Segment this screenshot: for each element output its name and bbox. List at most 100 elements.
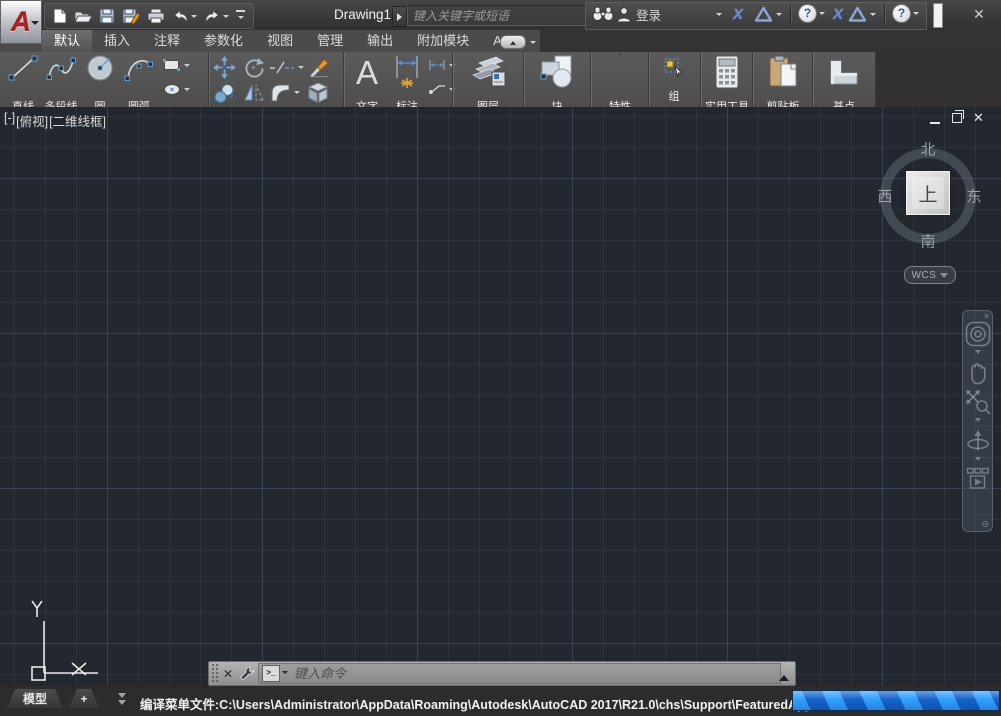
drawing-canvas[interactable]: [-] [俯视] [二维线框] ✕ 北 西 东 南 上 WCS ✕ xyxy=(0,107,1001,686)
save-as-button[interactable] xyxy=(122,8,140,24)
move-tool[interactable] xyxy=(213,56,236,79)
copy-tool[interactable] xyxy=(213,83,235,104)
help-caret-icon xyxy=(819,12,825,18)
loading-progress-bar xyxy=(792,690,1000,711)
drawing-close-button[interactable]: ✕ xyxy=(972,111,985,124)
showmotion-icon[interactable] xyxy=(966,467,990,491)
explode-tool[interactable] xyxy=(306,82,330,104)
help-button-2[interactable]: ? xyxy=(893,5,919,22)
fillet-tool[interactable] xyxy=(269,82,300,102)
block-tool[interactable]: 块 xyxy=(526,54,588,95)
title-expand-button[interactable] xyxy=(392,6,407,27)
redo-button[interactable] xyxy=(204,9,229,23)
arc-tool[interactable]: 圆弧 xyxy=(120,54,158,87)
statusbar: 模型 + 编译菜单文件:C:\Users\Administrator\AppDa… xyxy=(0,686,1001,716)
ribbon-minimize-button[interactable] xyxy=(500,35,526,49)
orbit-icon[interactable] xyxy=(966,428,990,454)
save-button[interactable] xyxy=(99,8,115,24)
utilities-tool[interactable]: 实用工具 xyxy=(702,54,752,94)
fillet-caret[interactable] xyxy=(294,91,300,97)
text-tool[interactable]: A 文字 xyxy=(348,54,386,92)
search-input[interactable] xyxy=(408,6,589,25)
undo-button[interactable] xyxy=(172,9,197,23)
wheel-caret-icon[interactable] xyxy=(975,350,981,357)
ribbon-tab-addins[interactable]: 附加模块 xyxy=(405,30,481,52)
signin-button[interactable]: 登录 xyxy=(616,5,661,24)
zoom-caret-icon[interactable] xyxy=(975,418,981,425)
rectangle-tool[interactable] xyxy=(163,59,190,72)
panel-divider xyxy=(343,52,345,107)
status-expand-chevrons[interactable] xyxy=(118,693,126,707)
mirror-tool[interactable] xyxy=(243,82,265,102)
viewport-visual-style-control[interactable]: [二维线框] xyxy=(49,111,106,130)
navbar-close-icon[interactable]: ✕ xyxy=(983,312,990,321)
command-bar-grip[interactable] xyxy=(211,663,219,684)
command-history-caret[interactable] xyxy=(282,671,288,677)
exchange-apps-button[interactable]: X xyxy=(733,6,743,23)
help-icon: ? xyxy=(799,5,816,22)
ribbon-tab-parametric[interactable]: 参数化 xyxy=(192,30,255,52)
trim-tool[interactable] xyxy=(269,60,304,75)
a360-button[interactable] xyxy=(754,6,782,23)
drawing-minimize-button[interactable] xyxy=(928,111,941,124)
help-button[interactable]: ? xyxy=(799,5,825,22)
arc-icon xyxy=(124,54,154,82)
orbit-caret-icon[interactable] xyxy=(975,457,981,464)
command-prompt-button[interactable]: >_ xyxy=(262,665,280,682)
dimension-tool[interactable]: 标注 xyxy=(388,54,426,97)
leader-tool[interactable] xyxy=(428,83,455,95)
open-file-button[interactable] xyxy=(74,9,92,23)
model-tab[interactable]: 模型 xyxy=(6,688,64,708)
wcs-menu-button[interactable]: WCS xyxy=(904,266,956,284)
ellipse-tool[interactable] xyxy=(163,83,190,96)
undo-dropdown-caret[interactable] xyxy=(191,15,197,21)
viewcube-south[interactable]: 南 xyxy=(920,231,935,252)
polyline-tool[interactable]: 多段线 xyxy=(42,54,80,87)
app-close-button[interactable]: ✕ xyxy=(966,3,992,25)
base-tool[interactable]: 基点 xyxy=(816,54,872,93)
rotate-tool[interactable] xyxy=(243,57,264,78)
ribbon-tab-annotate[interactable]: 注释 xyxy=(142,30,192,52)
command-input[interactable] xyxy=(290,666,777,681)
ribbon-tab-manage[interactable]: 管理 xyxy=(305,30,355,52)
erase-tool[interactable] xyxy=(308,56,331,78)
viewport-view-control[interactable]: [俯视] xyxy=(16,111,48,130)
layers-tool[interactable]: 图层 xyxy=(456,54,520,95)
ribbon-tab-view[interactable]: 视图 xyxy=(255,30,305,52)
group-tool[interactable]: 组 xyxy=(650,54,698,83)
viewcube-west[interactable]: 西 xyxy=(877,186,892,207)
a360-button-2[interactable] xyxy=(848,6,876,23)
rectangle-caret[interactable] xyxy=(184,64,190,70)
qat-customize-button[interactable] xyxy=(236,10,245,22)
drawing-restore-button[interactable] xyxy=(950,111,963,124)
ribbon-tab-output[interactable]: 输出 xyxy=(355,30,405,52)
redo-dropdown-caret[interactable] xyxy=(223,15,229,21)
viewcube-top-face[interactable]: 上 xyxy=(906,171,950,215)
customize-wrench-icon[interactable] xyxy=(240,666,255,681)
circle-tool[interactable]: 圆 xyxy=(81,54,119,87)
navbar-collapse-icon[interactable]: ⊖ xyxy=(981,519,989,530)
line-tool[interactable]: 直线 xyxy=(4,54,42,87)
viewcube-east[interactable]: 东 xyxy=(966,186,981,207)
trim-caret[interactable] xyxy=(298,66,304,72)
ellipse-caret[interactable] xyxy=(184,88,190,94)
exchange-apps-button-2[interactable]: X xyxy=(833,6,843,23)
new-file-button[interactable] xyxy=(53,8,67,24)
clipboard-tool[interactable]: 剪贴板 xyxy=(756,54,810,94)
navigation-wheel-icon[interactable] xyxy=(965,321,991,347)
signin-dropdown-caret[interactable] xyxy=(716,10,722,19)
ribbon-tab-insert[interactable]: 插入 xyxy=(92,30,142,52)
command-bar-close-button[interactable]: ✕ xyxy=(219,667,237,681)
viewcube-north[interactable]: 北 xyxy=(920,139,935,160)
zoom-extents-icon[interactable] xyxy=(965,389,991,415)
command-expand-arrow[interactable] xyxy=(779,670,789,681)
ribbon-tab-home[interactable]: 默认 xyxy=(42,30,92,52)
linear-dimension-tool[interactable] xyxy=(428,59,455,71)
viewport-menu-control[interactable]: [-] xyxy=(4,111,15,130)
plot-button[interactable] xyxy=(147,8,165,24)
pan-hand-icon[interactable] xyxy=(966,360,990,386)
application-menu-button[interactable]: A xyxy=(0,0,42,44)
ribbon-minimize-caret[interactable] xyxy=(530,41,536,47)
new-layout-tab[interactable]: + xyxy=(68,688,100,708)
search-go-button[interactable] xyxy=(592,5,614,22)
